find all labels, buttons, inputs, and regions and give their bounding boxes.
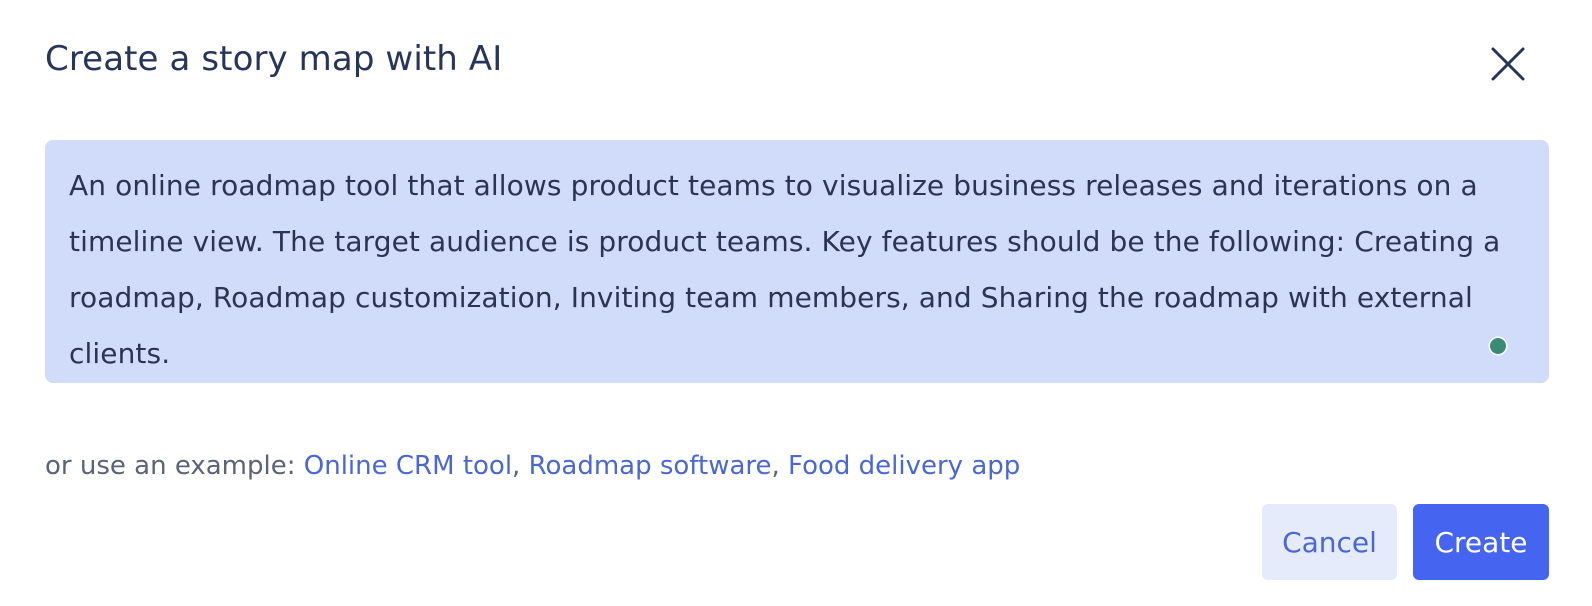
examples-lead: or use an example: — [45, 451, 296, 481]
example-link-food-delivery[interactable]: Food delivery app — [788, 451, 1020, 481]
example-link-crm[interactable]: Online CRM tool — [304, 451, 512, 481]
create-button[interactable]: Create — [1413, 504, 1549, 580]
close-button[interactable] — [1488, 44, 1528, 84]
create-story-map-dialog: Create a story map with AI An online roa… — [0, 0, 1592, 606]
close-icon — [1491, 47, 1525, 81]
examples-row: or use an example: Online CRM tool, Road… — [45, 448, 1020, 484]
examples-separator: , — [771, 451, 780, 481]
status-dot-icon — [1490, 338, 1506, 354]
prompt-textarea[interactable]: An online roadmap tool that allows produ… — [45, 140, 1549, 383]
cancel-button[interactable]: Cancel — [1262, 504, 1397, 580]
prompt-text: An online roadmap tool that allows produ… — [69, 169, 1501, 370]
dialog-title: Create a story map with AI — [45, 39, 503, 79]
example-link-roadmap[interactable]: Roadmap software — [529, 451, 772, 481]
examples-separator: , — [512, 451, 521, 481]
